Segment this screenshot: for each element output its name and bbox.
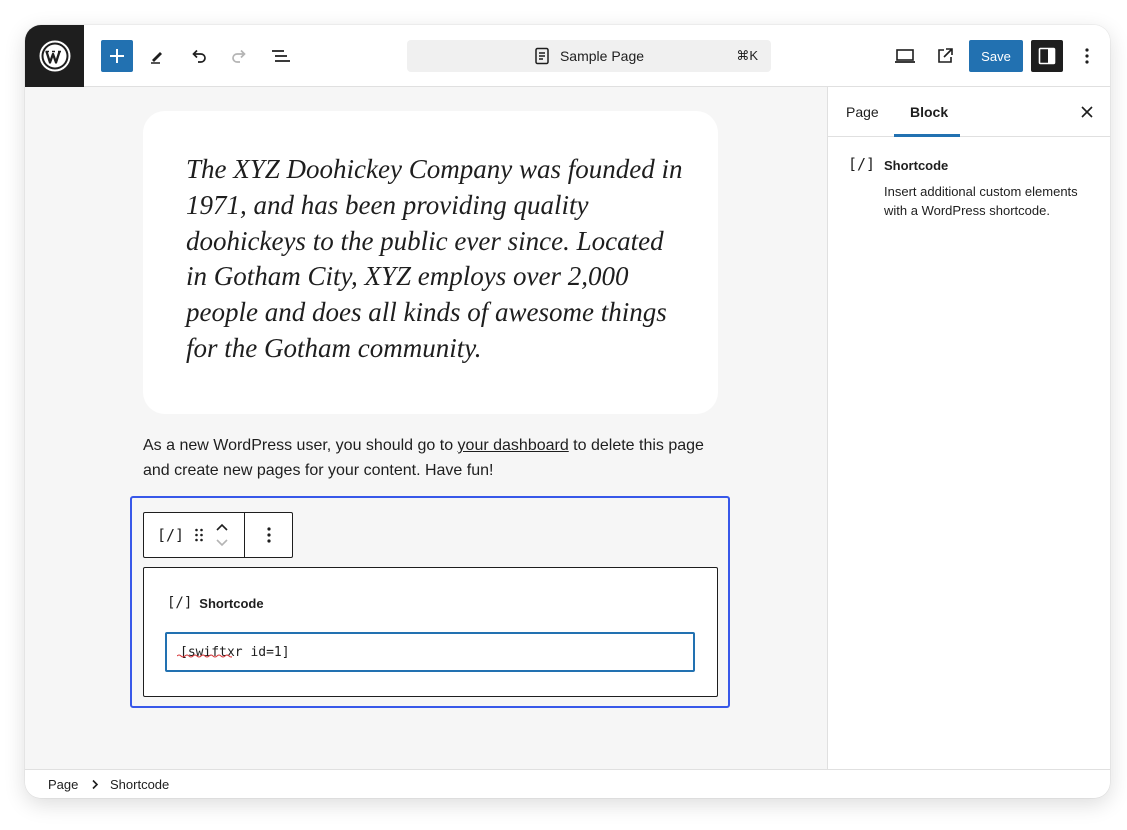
editor-header: Sample Page ⌘K Save [25, 25, 1110, 87]
document-title: Sample Page [559, 48, 645, 64]
options-button[interactable] [1071, 40, 1103, 72]
dashboard-link[interactable]: your dashboard [458, 437, 569, 454]
shortcode-label: [/] Shortcode [167, 595, 264, 611]
redo-icon [232, 49, 246, 63]
shortcode-icon: [/] [167, 595, 193, 611]
pen-icon [151, 52, 162, 64]
move-up-down-icon[interactable] [214, 520, 230, 550]
external-link-icon [938, 48, 953, 63]
spellcheck-underline [177, 654, 232, 658]
block-card-title: Shortcode [884, 158, 949, 173]
shortcode-label-text: Shortcode [199, 595, 264, 611]
laptop-icon [895, 49, 915, 63]
tab-block[interactable]: Block [910, 87, 948, 137]
block-toolbar: [/] [143, 512, 293, 558]
paragraph-block[interactable]: As a new WordPress user, you should go t… [143, 433, 723, 483]
editor-window: Sample Page ⌘K Save The XYZ Doohickey Co… [25, 25, 1110, 798]
breadcrumb-page[interactable]: Page [48, 770, 78, 798]
shortcode-block[interactable]: [/] [/] Shortcode [swiftxr id=1] [130, 496, 730, 708]
close-sidebar-button[interactable] [1076, 101, 1098, 123]
shortcode-icon[interactable]: [/] [157, 526, 184, 544]
breadcrumb-shortcode[interactable]: Shortcode [110, 770, 169, 798]
tab-page[interactable]: Page [846, 87, 879, 137]
shortcode-input[interactable] [165, 632, 695, 672]
block-options-button[interactable] [245, 513, 292, 557]
shortcode-placeholder: [/] Shortcode [143, 567, 718, 697]
document-bar[interactable]: Sample Page ⌘K [407, 40, 771, 72]
tools-button[interactable] [141, 40, 173, 72]
page-icon [535, 47, 549, 65]
save-button[interactable]: Save [969, 40, 1023, 72]
vertical-dots-icon [266, 527, 271, 543]
view-page-button[interactable] [929, 40, 961, 72]
vertical-dots-icon [1085, 48, 1089, 64]
list-view-icon [272, 50, 290, 62]
editor-canvas: The XYZ Doohickey Company was founded in… [25, 87, 827, 769]
close-icon [1081, 106, 1093, 118]
plus-icon [110, 49, 124, 63]
chevron-right-icon [91, 770, 99, 798]
paragraph-text-start: As a new WordPress user, you should go t… [143, 437, 458, 454]
view-button[interactable] [889, 40, 921, 72]
settings-sidebar: Page Block [/] Shortcode Insert addition… [827, 87, 1110, 769]
sidebar-tabs: Page Block [828, 87, 1110, 137]
undo-button[interactable] [183, 40, 215, 72]
undo-icon [192, 49, 206, 63]
quote-text[interactable]: The XYZ Doohickey Company was founded in… [186, 152, 686, 367]
active-tab-indicator [894, 134, 960, 137]
wordpress-logo-icon[interactable] [25, 25, 84, 87]
settings-button[interactable] [1031, 40, 1063, 72]
redo-button[interactable] [223, 40, 255, 72]
breadcrumb: Page Shortcode [25, 769, 1110, 798]
quote-block[interactable]: The XYZ Doohickey Company was founded in… [143, 111, 718, 414]
shortcode-icon: [/] [848, 155, 876, 173]
command-shortcut: ⌘K [736, 48, 758, 63]
sidebar-toggle-icon [1038, 47, 1056, 65]
drag-handle-icon[interactable] [194, 527, 204, 543]
document-overview-button[interactable] [265, 40, 297, 72]
add-block-button[interactable] [101, 40, 133, 72]
block-card-description: Insert additional custom elements with a… [884, 184, 1078, 218]
